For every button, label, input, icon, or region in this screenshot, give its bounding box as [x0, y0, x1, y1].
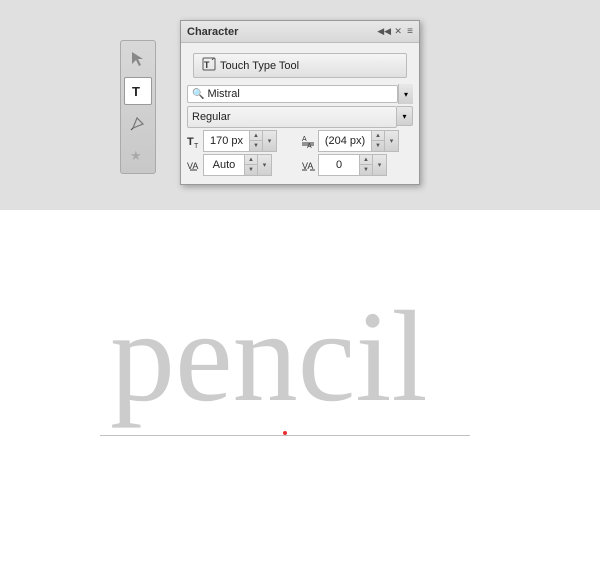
- touch-type-label: Touch Type Tool: [220, 60, 299, 72]
- font-style-arrow[interactable]: ▾: [397, 106, 413, 126]
- svg-text:T: T: [194, 143, 199, 149]
- kerning-up[interactable]: ▲: [245, 155, 257, 165]
- font-family-arrow[interactable]: ▾: [398, 84, 413, 104]
- leading-spinner[interactable]: ▲ ▼: [318, 130, 385, 152]
- size-leading-row: T T ▲ ▼ ▾ A: [187, 130, 413, 152]
- tracking-field: VA ▲ ▼ ▾: [302, 154, 413, 176]
- kerning-field: VA ▲ ▼ ▾: [187, 154, 298, 176]
- touch-type-button[interactable]: T Touch Type Tool: [193, 53, 407, 78]
- font-family-row: 🔍 ▾: [187, 84, 413, 104]
- panel-title: Character: [187, 26, 238, 38]
- font-size-down[interactable]: ▼: [250, 141, 262, 151]
- font-size-unit-arrow[interactable]: ▾: [263, 130, 277, 152]
- font-size-icon: T T: [187, 130, 203, 152]
- tracking-up[interactable]: ▲: [360, 155, 372, 165]
- baseline-line: [100, 435, 470, 436]
- svg-text:T: T: [204, 60, 210, 70]
- kerning-input[interactable]: [204, 159, 244, 171]
- kerning-down[interactable]: ▼: [245, 165, 257, 175]
- font-style-row: Regular Bold Italic ▾: [187, 106, 413, 128]
- svg-text:★: ★: [130, 148, 142, 163]
- panel-collapse-button[interactable]: ◀◀: [379, 27, 389, 37]
- leading-up[interactable]: ▲: [372, 131, 384, 141]
- star-tool-icon[interactable]: ★: [124, 141, 152, 169]
- selection-tool-icon[interactable]: [124, 45, 152, 73]
- font-size-spinner[interactable]: ▲ ▼: [203, 130, 263, 152]
- pen-tool-icon[interactable]: [124, 109, 152, 137]
- panel-menu-button[interactable]: ≡: [407, 26, 413, 37]
- svg-text:T: T: [187, 136, 194, 148]
- font-search-icon: 🔍: [192, 89, 204, 100]
- kerning-unit-arrow[interactable]: ▾: [258, 154, 272, 176]
- leading-icon: A A: [302, 130, 318, 152]
- font-family-dropdown[interactable]: 🔍: [187, 85, 398, 103]
- left-toolbar: T ★: [120, 40, 156, 174]
- panel-close-button[interactable]: ✕: [393, 27, 403, 37]
- tracking-spinner[interactable]: ▲ ▼: [318, 154, 373, 176]
- font-family-input[interactable]: [207, 88, 393, 100]
- touch-type-tool-icon: T: [202, 57, 216, 74]
- panel-content: T Touch Type Tool 🔍 ▾ Regular Bold I: [181, 43, 419, 184]
- kerning-tracking-row: VA ▲ ▼ ▾ VA: [187, 154, 413, 176]
- font-size-arrows: ▲ ▼: [249, 131, 262, 151]
- svg-text:A: A: [302, 136, 307, 143]
- pencil-canvas-text: pencil: [110, 285, 428, 429]
- leading-unit-arrow[interactable]: ▾: [385, 130, 399, 152]
- font-size-up[interactable]: ▲: [250, 131, 262, 141]
- tracking-input[interactable]: [319, 159, 359, 171]
- kerning-spinner[interactable]: ▲ ▼: [203, 154, 258, 176]
- panel-controls: ◀◀ ✕ ≡: [379, 26, 413, 37]
- leading-down[interactable]: ▼: [372, 141, 384, 151]
- baseline-dot: [283, 431, 287, 435]
- pencil-text-container: pencil: [100, 260, 500, 440]
- type-tool-icon[interactable]: T: [124, 77, 152, 105]
- tracking-unit-arrow[interactable]: ▾: [373, 154, 387, 176]
- font-size-input[interactable]: [204, 135, 249, 147]
- leading-arrows: ▲ ▼: [371, 131, 384, 151]
- leading-input[interactable]: [319, 135, 371, 147]
- kerning-icon: VA: [187, 154, 203, 176]
- font-style-select[interactable]: Regular Bold Italic: [187, 106, 397, 128]
- character-panel: Character ◀◀ ✕ ≡ T Touch Type Tool: [180, 20, 420, 185]
- panel-titlebar: Character ◀◀ ✕ ≡: [181, 21, 419, 43]
- svg-text:T: T: [132, 84, 140, 99]
- font-size-field: T T ▲ ▼ ▾: [187, 130, 298, 152]
- kerning-arrows: ▲ ▼: [244, 155, 257, 175]
- tracking-icon: VA: [302, 154, 318, 176]
- tracking-down[interactable]: ▼: [360, 165, 372, 175]
- svg-text:A: A: [307, 143, 312, 149]
- leading-field: A A ▲ ▼ ▾: [302, 130, 413, 152]
- tracking-arrows: ▲ ▼: [359, 155, 372, 175]
